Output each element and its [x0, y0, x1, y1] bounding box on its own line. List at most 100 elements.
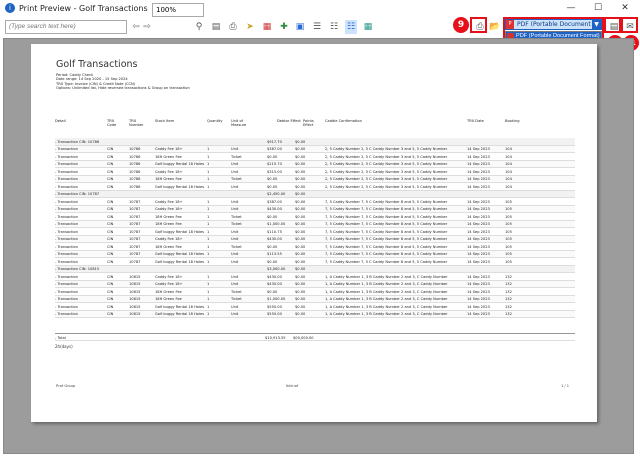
col-debtor-effect: Debtor Effect: [277, 119, 301, 123]
col-trx-date: TRX Date: [467, 119, 484, 123]
col-booking: Booking: [505, 119, 520, 123]
cell-debtor-effect: $0.00: [267, 177, 278, 181]
fit-icon[interactable]: ▣: [294, 20, 306, 34]
cell-caddie-confirmation: 7, 5 Caddy Number 7, 5 C Caddy Number 8 …: [325, 229, 448, 234]
cell-quantity: 1: [207, 154, 210, 159]
cell-trx-date: 14 Sep 2023: [467, 297, 490, 301]
cell-trx-date: 14 Sep 2023: [467, 169, 490, 174]
cell-unit: Ticket: [231, 177, 242, 181]
cell-booking: 105: [505, 244, 512, 249]
maximize-button[interactable]: ☐: [590, 2, 606, 14]
cell-points-effect: $0.00: [295, 297, 306, 301]
print-icon[interactable]: ⎙: [227, 20, 239, 34]
cell-trx-date: 14 Sep 2023: [467, 207, 490, 211]
cell-trx-number: 10787: [129, 214, 141, 219]
total-debtor: $10,913.55: [265, 335, 286, 340]
open-folder-icon[interactable]: 📂: [489, 20, 501, 34]
report-title: Golf Transactions: [56, 59, 138, 70]
chevron-down-icon[interactable]: ▼: [592, 20, 601, 29]
cell-trx-number: 10786: [129, 154, 141, 159]
multi-page-icon[interactable]: ☷: [328, 20, 340, 34]
export-icon[interactable]: ➤: [244, 20, 256, 34]
cell-booking: 105: [505, 207, 512, 211]
add-page-icon[interactable]: ✚: [278, 20, 290, 34]
cell-points-effect: $0.00: [295, 282, 306, 286]
cell-trx-date: 14 Sep 2023: [467, 147, 490, 151]
zoom-field[interactable]: 100%: [152, 3, 204, 17]
cell-detail: - Transaction: [55, 282, 78, 286]
cell-trx-code: CIN: [107, 177, 114, 181]
cell-detail: - Transaction: [55, 289, 78, 294]
cell-quantity: 1: [207, 289, 210, 294]
page-width-icon[interactable]: ☷: [345, 20, 357, 34]
cell-trx-number: 10815: [129, 282, 141, 286]
continuous-icon[interactable]: ▦: [362, 20, 374, 34]
cell-trx-number: 10815: [129, 297, 141, 301]
cell-quantity: 1: [207, 169, 210, 174]
cell-points-effect: $0.00: [295, 252, 306, 256]
cell-stock-item: 18H Green Fee: [155, 154, 182, 159]
cell-booking: 132: [505, 297, 512, 301]
search-input[interactable]: (Type search text here): [5, 20, 127, 34]
pdf-format-icon: P: [506, 20, 514, 29]
cell-trx-code: CIN: [107, 244, 114, 249]
table-row: - Transaction CIN 10786 18H Green Fee 1 Ticke…: [55, 153, 575, 161]
cell-trx-date: 14 Sep 2023: [467, 274, 490, 279]
cell-debtor-effect: $0.00: [267, 289, 278, 294]
table-row: - Transaction CIN 10815 18H Green Fee 1 Ticke…: [55, 295, 575, 303]
cell-caddie-confirmation: 7, 5 Caddy Number 7, 5 C Caddy Number 8 …: [325, 237, 448, 241]
cell-trx-number: 10787: [129, 199, 141, 204]
cell-quantity: 1: [207, 199, 210, 204]
cell-booking: 104: [505, 184, 512, 189]
cell-trx-code: CIN: [107, 282, 114, 286]
col-caddie-confirmation: Caddie Confirmation: [325, 119, 362, 123]
cell-trx-number: 10787: [129, 237, 141, 241]
cell-booking: 105: [505, 237, 512, 241]
table-row: - Transaction CIN 10787 Golf buggy Rental 1…: [55, 258, 575, 266]
cell-trx-code: CIN: [107, 237, 114, 241]
page-setup-icon[interactable]: ▤: [210, 20, 222, 34]
minimize-button[interactable]: —: [563, 2, 579, 14]
cell-unit: Unit: [231, 199, 239, 204]
cell-trx-date: 14 Sep 2023: [467, 252, 490, 256]
cell-quantity: 1: [207, 282, 210, 286]
cell-detail: - Transaction: [55, 207, 78, 211]
cell-stock-item: Caddy Fee 18+: [155, 237, 183, 241]
cell-trx-number: 10786: [129, 147, 141, 151]
cell-detail: - Transaction CIN: 10815: [55, 267, 100, 271]
summary-text: 2h(days): [55, 344, 73, 349]
cell-trx-code: CIN: [107, 259, 114, 264]
find-prev-icon[interactable]: ⇦: [131, 20, 141, 34]
cell-unit: Unit: [231, 147, 239, 151]
cell-trx-code: CIN: [107, 229, 114, 234]
col-trx-number: TRX Number: [129, 119, 144, 127]
export-to-icon[interactable]: ▤: [608, 20, 620, 34]
total-row: - Total $10,913.55 $00,000.00: [55, 333, 575, 341]
single-page-icon[interactable]: ☰: [311, 20, 323, 34]
cell-debtor-effect: $315.00: [267, 169, 282, 174]
cell-trx-number: 10787: [129, 252, 141, 256]
cell-debtor-effect: $1,000.00: [267, 222, 286, 226]
magnifier-icon[interactable]: ⚲: [193, 20, 205, 34]
print-export-icon[interactable]: ⎙: [474, 20, 486, 34]
close-button[interactable]: ✕: [617, 2, 633, 14]
preview-area[interactable]: Golf Transactions Period: Caddy Check Da…: [3, 38, 634, 454]
cell-debtor-effect: $0.00: [267, 244, 278, 249]
cell-trx-date: 14 Sep 2023: [467, 289, 490, 294]
cell-trx-code: CIN: [107, 274, 114, 279]
table-row: - Transaction CIN 10786 18H Green Fee 1 Ticke…: [55, 175, 575, 183]
pdf-icon[interactable]: ▦: [261, 20, 273, 34]
cell-quantity: 1: [207, 237, 210, 241]
cell-stock-item: Caddy Fee 18+: [155, 207, 183, 211]
export-send-icon[interactable]: ✉: [624, 20, 636, 34]
cell-booking: 132: [505, 304, 512, 309]
find-next-icon[interactable]: ⇨: [142, 20, 152, 34]
cell-quantity: 1: [207, 162, 210, 166]
cell-unit: Ticket: [231, 214, 242, 219]
app-info-icon: i: [5, 3, 15, 13]
export-format-select[interactable]: PDF (Portable Document Format): [505, 19, 602, 30]
cell-booking: 104: [505, 177, 512, 181]
cell-stock-item: Golf buggy Rental 18 Holes: [155, 304, 205, 309]
cell-stock-item: Golf buggy Rental 18 Holes: [155, 252, 205, 256]
cell-trx-date: 14 Sep 2023: [467, 214, 490, 219]
